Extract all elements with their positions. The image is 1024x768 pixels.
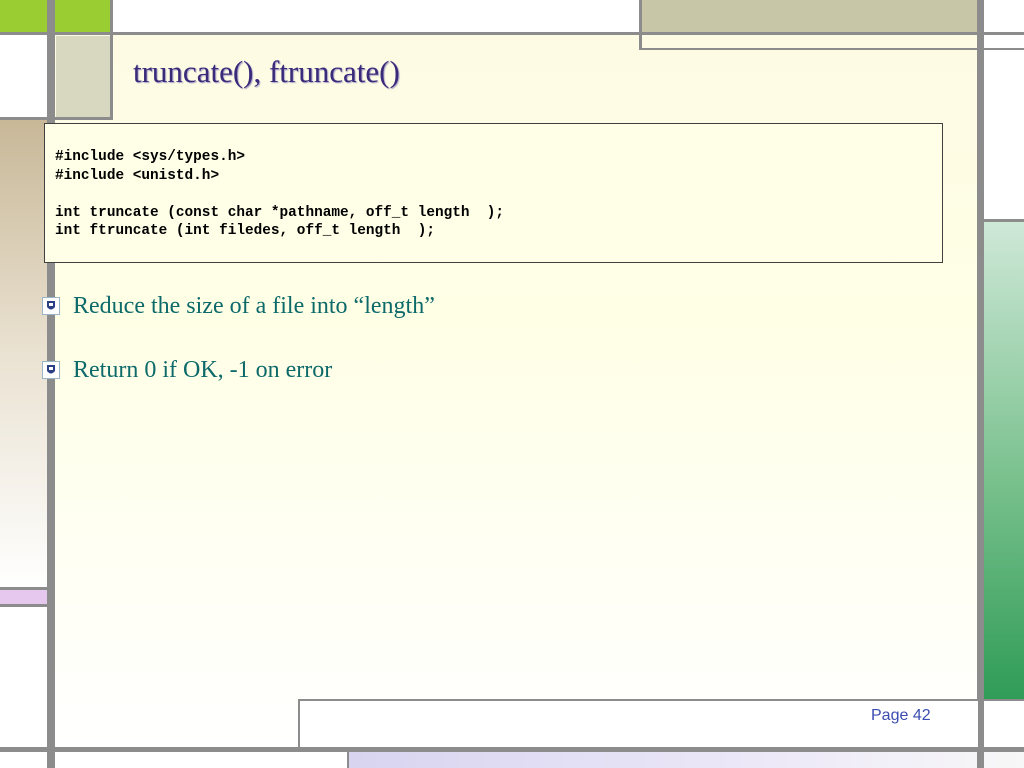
decor-left-stripe — [0, 120, 47, 590]
bullet-text: Return 0 if OK, -1 on error — [73, 356, 333, 383]
divider-line — [0, 117, 113, 120]
divider-line — [0, 747, 1024, 752]
page-number: Page 42 — [871, 707, 931, 724]
divider-line — [0, 587, 47, 590]
code-line: #include <sys/types.h> — [55, 149, 245, 165]
decor-green-block — [0, 0, 110, 32]
decor-khaki-small-block — [56, 36, 110, 118]
divider-line — [977, 0, 984, 768]
divider-line — [0, 32, 1024, 35]
code-text: #include <sys/types.h> #include <unistd.… — [55, 148, 504, 241]
decor-khaki-block — [642, 0, 978, 32]
divider-line — [639, 0, 642, 50]
decor-corner — [984, 0, 1024, 32]
bullet-text: Reduce the size of a file into “length” — [73, 292, 435, 319]
bullet-item: Return 0 if OK, -1 on error — [42, 355, 332, 385]
divider-line — [984, 219, 1024, 222]
code-line: #include <unistd.h> — [55, 167, 220, 184]
code-line: int truncate (const char *pathname, off_… — [55, 204, 505, 221]
bullet-item: Reduce the size of a file into “length” — [42, 291, 435, 321]
divider-line — [110, 0, 113, 120]
code-block: #include <sys/types.h> #include <unistd.… — [44, 123, 943, 263]
divider-line — [0, 604, 47, 607]
bullet-emblem-icon — [42, 361, 60, 379]
divider-line — [347, 752, 349, 768]
divider-line — [984, 699, 1024, 701]
decor-bottom-strip — [349, 752, 1024, 768]
decor-right-green-stripe — [984, 222, 1024, 699]
code-line: int ftruncate (int filedes, off_t length… — [55, 223, 435, 239]
decor-left-pink-strip — [0, 590, 47, 604]
slide-title: truncate(), ftruncate() — [133, 54, 400, 89]
divider-line — [639, 48, 1024, 50]
bullet-emblem-icon — [42, 297, 60, 315]
